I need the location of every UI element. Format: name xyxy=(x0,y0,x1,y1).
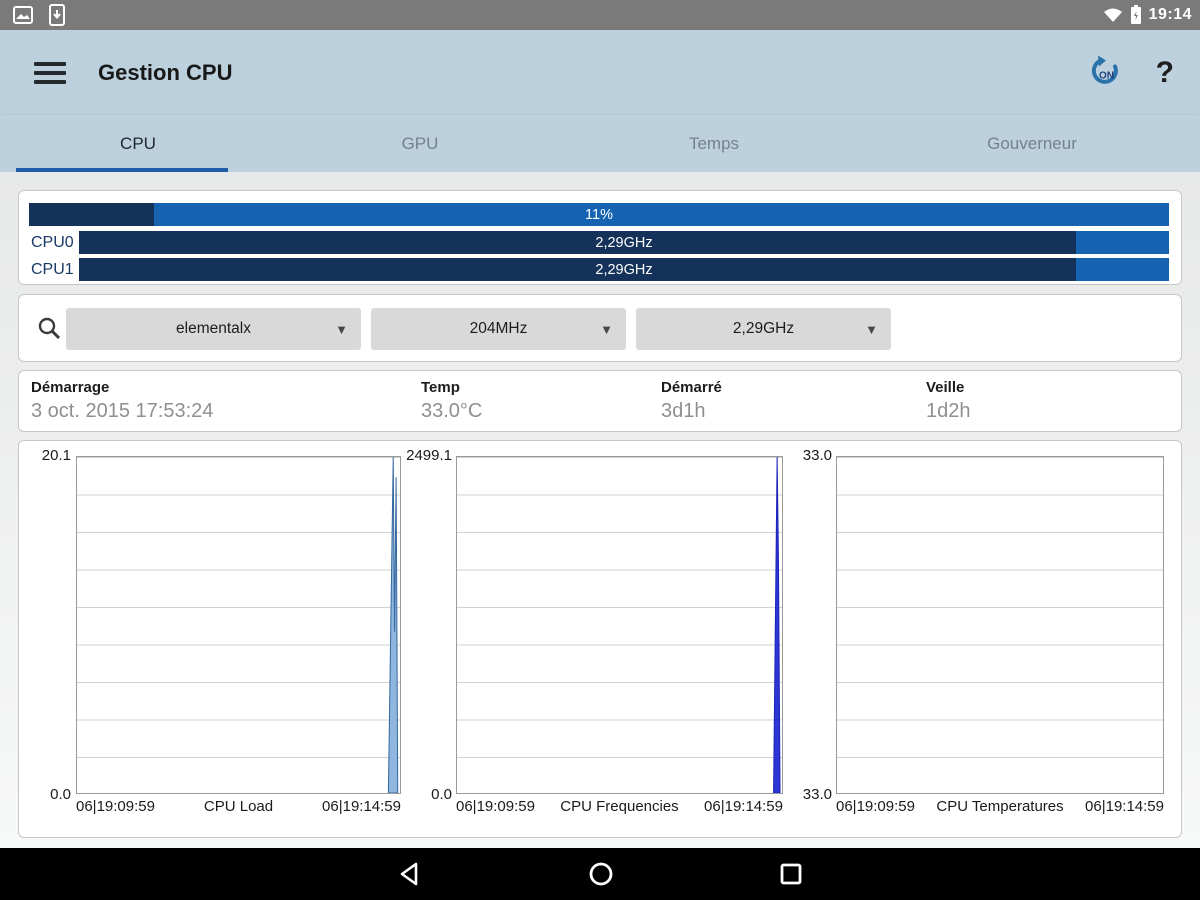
freq-chart-ymax: 2499.1 xyxy=(406,447,452,464)
tab-cpu[interactable]: CPU xyxy=(0,115,276,172)
governor-value: elementalx xyxy=(176,320,251,337)
core1-name: CPU1 xyxy=(31,260,74,278)
recents-button[interactable] xyxy=(778,861,804,887)
chevron-down-icon: ▼ xyxy=(600,321,613,337)
set-on-boot-button[interactable]: ON xyxy=(1088,53,1122,92)
clock: 19:14 xyxy=(1148,6,1192,23)
temp-chart-xaxis: 06|19:09:59 CPU Temperatures 06|19:14:59 xyxy=(836,798,1164,816)
info-sleep: Veille 1d2h xyxy=(926,379,971,423)
selectors-card: elementalx ▼ 204MHz ▼ 2,29GHz ▼ xyxy=(18,294,1182,362)
help-button[interactable]: ? xyxy=(1156,56,1174,90)
cpu-frequencies-chart xyxy=(456,456,783,794)
content-area: 11% CPU0 2,29GHz CPU1 2,29GHz elementalx… xyxy=(0,172,1200,848)
core0-name: CPU0 xyxy=(31,233,74,251)
cpu-bars-card: 11% CPU0 2,29GHz CPU1 2,29GHz xyxy=(18,190,1182,285)
tab-temps[interactable]: Temps xyxy=(564,115,864,172)
info-temperature: Temp 33.0°C xyxy=(421,379,482,423)
load-chart-ymin: 0.0 xyxy=(50,786,71,803)
page-title: Gestion CPU xyxy=(98,59,233,85)
back-button[interactable] xyxy=(398,861,424,887)
info-value: 33.0°C xyxy=(421,400,483,422)
screenshot-thumbnail-icon xyxy=(13,6,33,24)
android-nav-bar xyxy=(0,848,1200,900)
download-icon xyxy=(49,4,65,26)
search-icon[interactable] xyxy=(37,316,63,342)
chevron-down-icon: ▼ xyxy=(865,321,878,337)
info-value: 3 oct. 2015 17:53:24 xyxy=(31,400,214,422)
cpu-usage-bar: 11% xyxy=(29,203,1169,226)
menu-icon[interactable] xyxy=(34,57,66,89)
temp-chart-ymax: 33.0 xyxy=(802,447,832,464)
tab-gouverneur[interactable]: Gouverneur xyxy=(864,115,1200,172)
info-label: Veille xyxy=(926,379,965,396)
x-end-label: 06|19:14:59 xyxy=(322,798,401,815)
on-badge: ON xyxy=(1099,70,1114,81)
cpu-usage-label: 11% xyxy=(585,206,613,223)
temp-chart-ymin: 33.0 xyxy=(802,786,832,803)
load-series-spike xyxy=(388,457,397,793)
info-value: 1d2h xyxy=(926,400,971,422)
wifi-icon xyxy=(1103,8,1122,22)
battery-charging-icon xyxy=(1130,5,1141,24)
app-bar: Gestion CPU ON ? xyxy=(0,30,1200,115)
charts-card: 20.1 0.0 06|19:09:59 CPU Load 06|19:14:5… xyxy=(18,440,1182,838)
info-label: Temp xyxy=(421,379,460,396)
max-frequency-value: 2,29GHz xyxy=(732,320,795,337)
governor-dropdown[interactable]: elementalx ▼ xyxy=(66,308,361,350)
cpu-load-chart xyxy=(76,456,401,794)
freq-chart-ymin: 0.0 xyxy=(431,786,452,803)
core0-frequency-label: 2,29GHz xyxy=(595,234,653,251)
freq-series-spike xyxy=(774,457,781,793)
freq-chart-xaxis: 06|19:09:59 CPU Frequencies 06|19:14:59 xyxy=(456,798,783,816)
info-card: Démarrage 3 oct. 2015 17:53:24 Temp 33.0… xyxy=(18,370,1182,432)
tab-bar: CPU GPU Temps Gouverneur xyxy=(0,115,1200,172)
x-end-label: 06|19:14:59 xyxy=(704,798,783,815)
max-frequency-dropdown[interactable]: 2,29GHz ▼ xyxy=(636,308,891,350)
cpu-temperatures-chart xyxy=(836,456,1164,794)
chevron-down-icon: ▼ xyxy=(335,321,348,337)
info-label: Démarrage xyxy=(31,379,110,396)
load-chart-xaxis: 06|19:09:59 CPU Load 06|19:14:59 xyxy=(76,798,401,816)
home-button[interactable] xyxy=(588,861,614,887)
min-frequency-value: 204MHz xyxy=(469,320,528,337)
info-uptime: Démarré 3d1h xyxy=(661,379,722,423)
min-frequency-dropdown[interactable]: 204MHz ▼ xyxy=(371,308,626,350)
info-value: 3d1h xyxy=(661,400,706,422)
tab-gpu[interactable]: GPU xyxy=(276,115,564,172)
info-boot-time: Démarrage 3 oct. 2015 17:53:24 xyxy=(31,379,213,423)
load-chart-ymax: 20.1 xyxy=(41,447,71,464)
status-bar: 19:14 xyxy=(0,0,1200,30)
core0-frequency-bar: 2,29GHz xyxy=(79,231,1169,254)
core1-frequency-label: 2,29GHz xyxy=(595,261,653,278)
x-end-label: 06|19:14:59 xyxy=(1085,798,1164,815)
core1-frequency-bar: 2,29GHz xyxy=(79,258,1169,281)
info-label: Démarré xyxy=(661,379,722,396)
